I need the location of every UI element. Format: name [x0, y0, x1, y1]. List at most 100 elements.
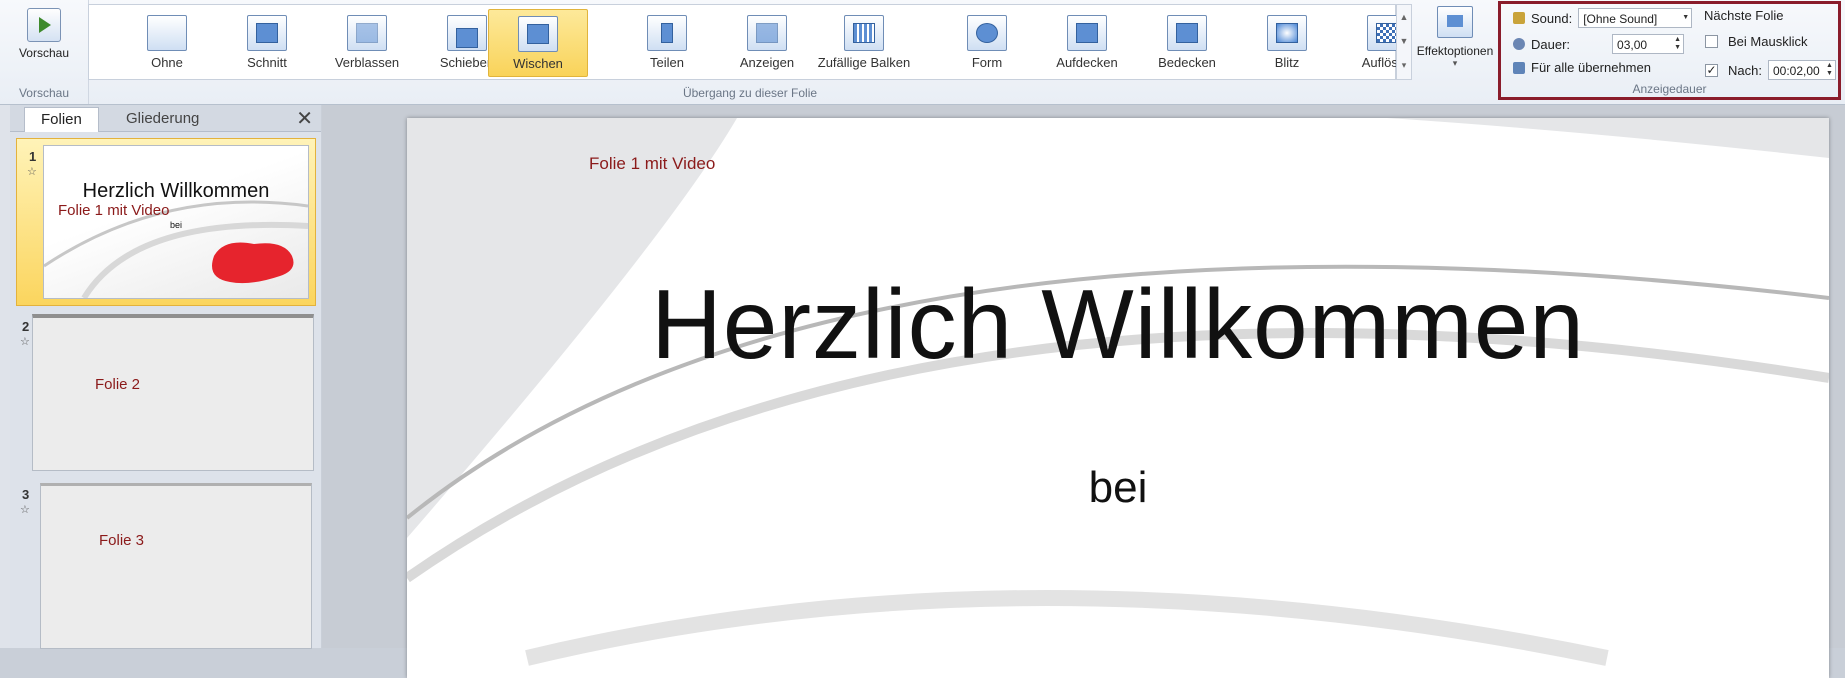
transition-none-icon [147, 15, 187, 51]
thumb-title: Herzlich Willkommen [82, 180, 270, 202]
sound-label: Sound: [1531, 10, 1573, 26]
clock-icon [1513, 38, 1525, 50]
transition-split-icon [647, 15, 687, 51]
slide-editor: Folie 1 mit Video Herzlich Willkommen be… [322, 105, 1845, 678]
slides-panel: Folien Gliederung ✕ 1 ☆ Herzlich Willkom… [10, 105, 321, 649]
transition-uncover-icon [1067, 15, 1107, 51]
transition-label: Schnitt [247, 55, 287, 70]
slide-preview: Herzlich Willkommen Folie 1 mit Video be… [43, 145, 309, 299]
duration-input[interactable]: 03,00 ▲ ▼ [1612, 34, 1685, 54]
after-time-input[interactable]: 00:02,00 ▲ ▼ [1767, 60, 1836, 80]
effect-options-button[interactable]: Effektoptionen ▾ [1412, 2, 1498, 82]
transition-random-bars-icon [844, 15, 884, 51]
chevron-down-icon: ▾ [1452, 58, 1458, 68]
duration-row: Dauer: 03,00 ▲ ▼ [1513, 34, 1685, 54]
slide-thumbnail-1[interactable]: 1 ☆ Herzlich Willkommen Folie 1 mit Vide… [16, 138, 316, 306]
duration-value: 03,00 [1617, 38, 1648, 52]
gallery-down-icon[interactable]: ▼ [1397, 29, 1411, 53]
tab-folien[interactable]: Folien [24, 107, 99, 132]
transition-cut-icon [247, 15, 287, 51]
spin-icon[interactable]: ▲ ▼ [1826, 62, 1833, 78]
transition-aufdecken[interactable]: Aufdecken [1038, 9, 1136, 75]
preview-icon [27, 8, 61, 42]
thumb-subtitle: Folie 3 [99, 532, 145, 549]
slide-title[interactable]: Herzlich Willkommen [407, 268, 1829, 381]
transition-label: Aufdecken [1056, 55, 1118, 70]
transition-verblassen[interactable]: Verblassen [318, 9, 416, 75]
gallery-scroll[interactable]: ▲ ▼ ▾ [1396, 4, 1412, 80]
sound-select[interactable]: [Ohne Sound] ▼ [1578, 8, 1693, 28]
next-slide-label: Nächste Folie [1704, 8, 1784, 23]
transition-zufaellige-balken[interactable]: Zufällige Balken [789, 9, 939, 75]
spin-icon[interactable]: ▲ ▼ [1674, 36, 1681, 52]
next-slide-heading: Nächste Folie [1704, 8, 1783, 23]
preview-button[interactable]: Vorschau [10, 6, 78, 68]
on-click-check-icon[interactable] [1705, 35, 1718, 48]
preview-button-label: Vorschau [18, 46, 70, 60]
chevron-down-icon: ▼ [1682, 14, 1690, 21]
apply-all-label: Für alle übernehmen [1531, 60, 1651, 75]
slide-subtitle[interactable]: bei [407, 463, 1829, 513]
on-click-label: Bei Mausklick [1728, 34, 1808, 49]
transition-wipe-icon [518, 16, 558, 52]
transition-label: Blitz [1274, 55, 1300, 70]
apply-all-button[interactable]: Für alle übernehmen [1513, 60, 1651, 75]
transition-fade-icon [347, 15, 387, 51]
sound-value: [Ohne Sound] [1583, 12, 1658, 26]
ribbon: Vorschau Vorschau Ohne Schnitt Verblasse… [0, 0, 1845, 105]
preview-group-label: Vorschau [18, 86, 70, 100]
transition-label: Wischen [513, 56, 563, 71]
transition-schnitt[interactable]: Schnitt [218, 9, 316, 75]
after-check-icon[interactable]: ✓ [1705, 63, 1718, 77]
close-icon[interactable]: ✕ [296, 106, 313, 131]
transition-label: Form [971, 55, 1003, 70]
transition-form[interactable]: Form [938, 9, 1036, 75]
transition-push-icon [447, 15, 487, 51]
gallery-more-icon[interactable]: ▾ [1397, 53, 1411, 77]
swoosh-background [407, 118, 1829, 678]
timing-group: Sound: [Ohne Sound] ▼ Dauer: 03,00 ▲ ▼ Für … [1498, 1, 1841, 100]
transition-label: Teilen [650, 55, 684, 70]
slide-thumbnail-2[interactable]: 2 ☆ Folie 2 [10, 309, 321, 475]
transition-gallery: Ohne Schnitt Verblassen Schieben Wischen… [88, 4, 1412, 80]
transition-label: Zufällige Balken [817, 55, 911, 70]
tab-gliederung[interactable]: Gliederung [110, 107, 215, 131]
transition-bedecken[interactable]: Bedecken [1138, 9, 1236, 75]
transition-star-icon: ☆ [27, 166, 37, 178]
timing-group-label: Anzeigedauer [1632, 82, 1707, 96]
on-click-checkbox[interactable]: Bei Mausklick [1705, 34, 1807, 49]
slide-number: 1 [29, 149, 37, 164]
after-value: 00:02,00 [1772, 64, 1820, 78]
transition-teilen[interactable]: Teilen [618, 9, 716, 75]
transition-label: Anzeigen [739, 55, 795, 70]
panel-tabs: Folien Gliederung ✕ [10, 105, 321, 132]
sound-row: Sound: [Ohne Sound] ▼ [1513, 8, 1693, 28]
slide-number: 3 [22, 487, 30, 502]
transition-star-icon: ☆ [20, 504, 30, 516]
slide-number: 2 [22, 319, 30, 334]
transition-label: Schieben [439, 55, 495, 70]
effect-options-label: Effektoptionen [1416, 44, 1494, 58]
transition-wischen[interactable]: Wischen [488, 9, 588, 77]
transition-shape-icon [967, 15, 1007, 51]
after-checkbox[interactable]: ✓ Nach: 00:02,00 ▲ ▼ [1705, 60, 1836, 80]
thumb-extra: bei [169, 220, 182, 230]
transition-reveal-icon [747, 15, 787, 51]
transition-group-label: Übergang zu dieser Folie [682, 86, 818, 100]
transition-blitz[interactable]: Blitz [1238, 9, 1336, 75]
transition-label: Bedecken [1158, 55, 1216, 70]
preview-group: Vorschau Vorschau [0, 0, 89, 104]
sound-icon [1513, 12, 1525, 24]
transition-star-icon: ☆ [20, 336, 30, 348]
gallery-up-icon[interactable]: ▲ [1397, 5, 1411, 29]
thumb-subtitle: Folie 1 mit Video [58, 202, 170, 219]
current-slide[interactable]: Folie 1 mit Video Herzlich Willkommen be… [407, 118, 1829, 678]
slide-caption[interactable]: Folie 1 mit Video [589, 154, 715, 174]
transition-flash-icon [1267, 15, 1307, 51]
duration-label: Dauer: [1531, 36, 1571, 52]
transition-cover-icon [1167, 15, 1207, 51]
transition-ohne[interactable]: Ohne [118, 9, 216, 75]
slide-preview: Folie 3 [40, 483, 312, 649]
apply-all-icon [1513, 61, 1525, 74]
slide-thumbnail-3[interactable]: 3 ☆ Folie 3 [10, 477, 321, 649]
